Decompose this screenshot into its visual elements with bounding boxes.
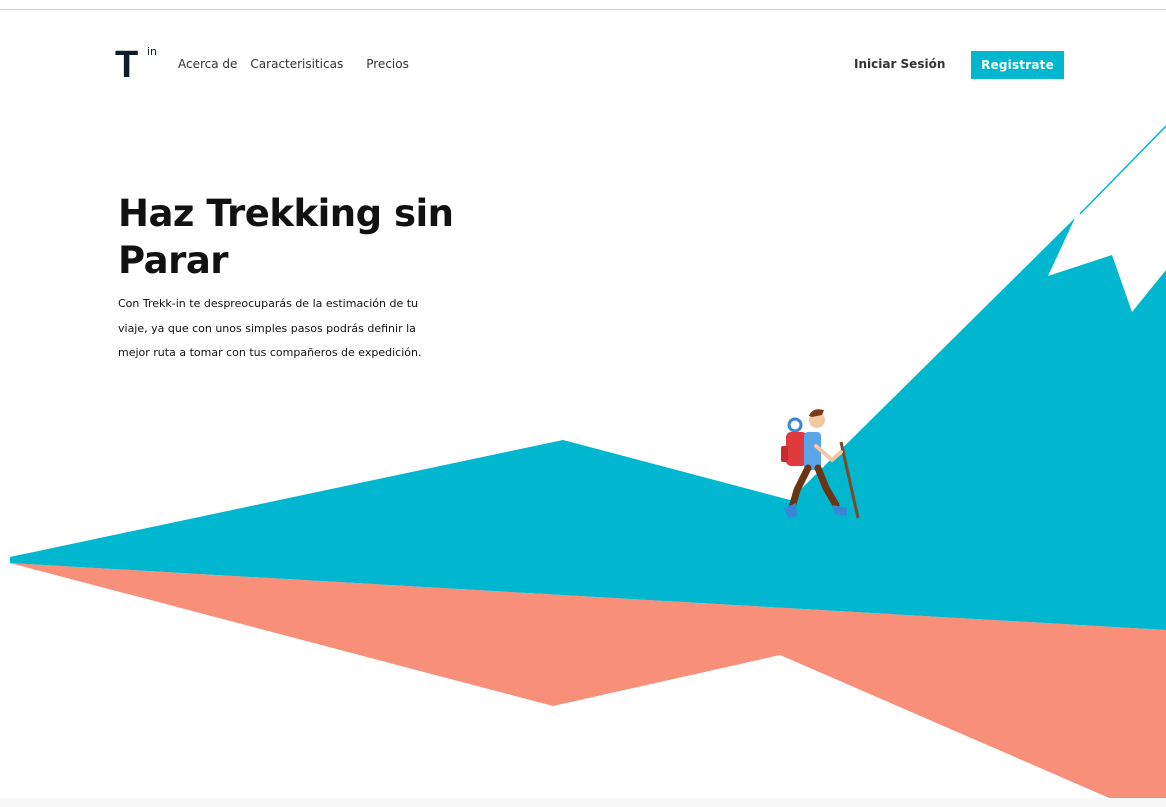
- sleeping-roll: [787, 417, 803, 433]
- brand-logo[interactable]: T in: [115, 44, 161, 86]
- register-button[interactable]: Registrate: [971, 51, 1064, 79]
- logo-superscript: in: [147, 45, 158, 58]
- hiker-torso: [804, 432, 821, 470]
- backpack: [786, 432, 807, 466]
- login-link[interactable]: Iniciar Sesión: [854, 57, 945, 71]
- logo-letter: T: [115, 44, 139, 86]
- hero-title: Haz Trekking sin Parar: [118, 192, 454, 282]
- main-nav: Acerca de Caracterisiticas Precios: [178, 57, 422, 71]
- hero-description: Con Trekk-in te despreocuparás de la est…: [118, 297, 422, 359]
- nav-item-about[interactable]: Acerca de: [178, 57, 237, 71]
- mountain-illustration: [10, 125, 1166, 807]
- landing-page: T in Acerca de Caracterisiticas Precios …: [0, 0, 1166, 807]
- nav-item-features[interactable]: Caracterisiticas: [250, 57, 343, 71]
- backpack-pocket: [781, 446, 788, 462]
- bottom-edge: [0, 798, 1166, 807]
- nav-item-pricing[interactable]: Precios: [366, 57, 409, 71]
